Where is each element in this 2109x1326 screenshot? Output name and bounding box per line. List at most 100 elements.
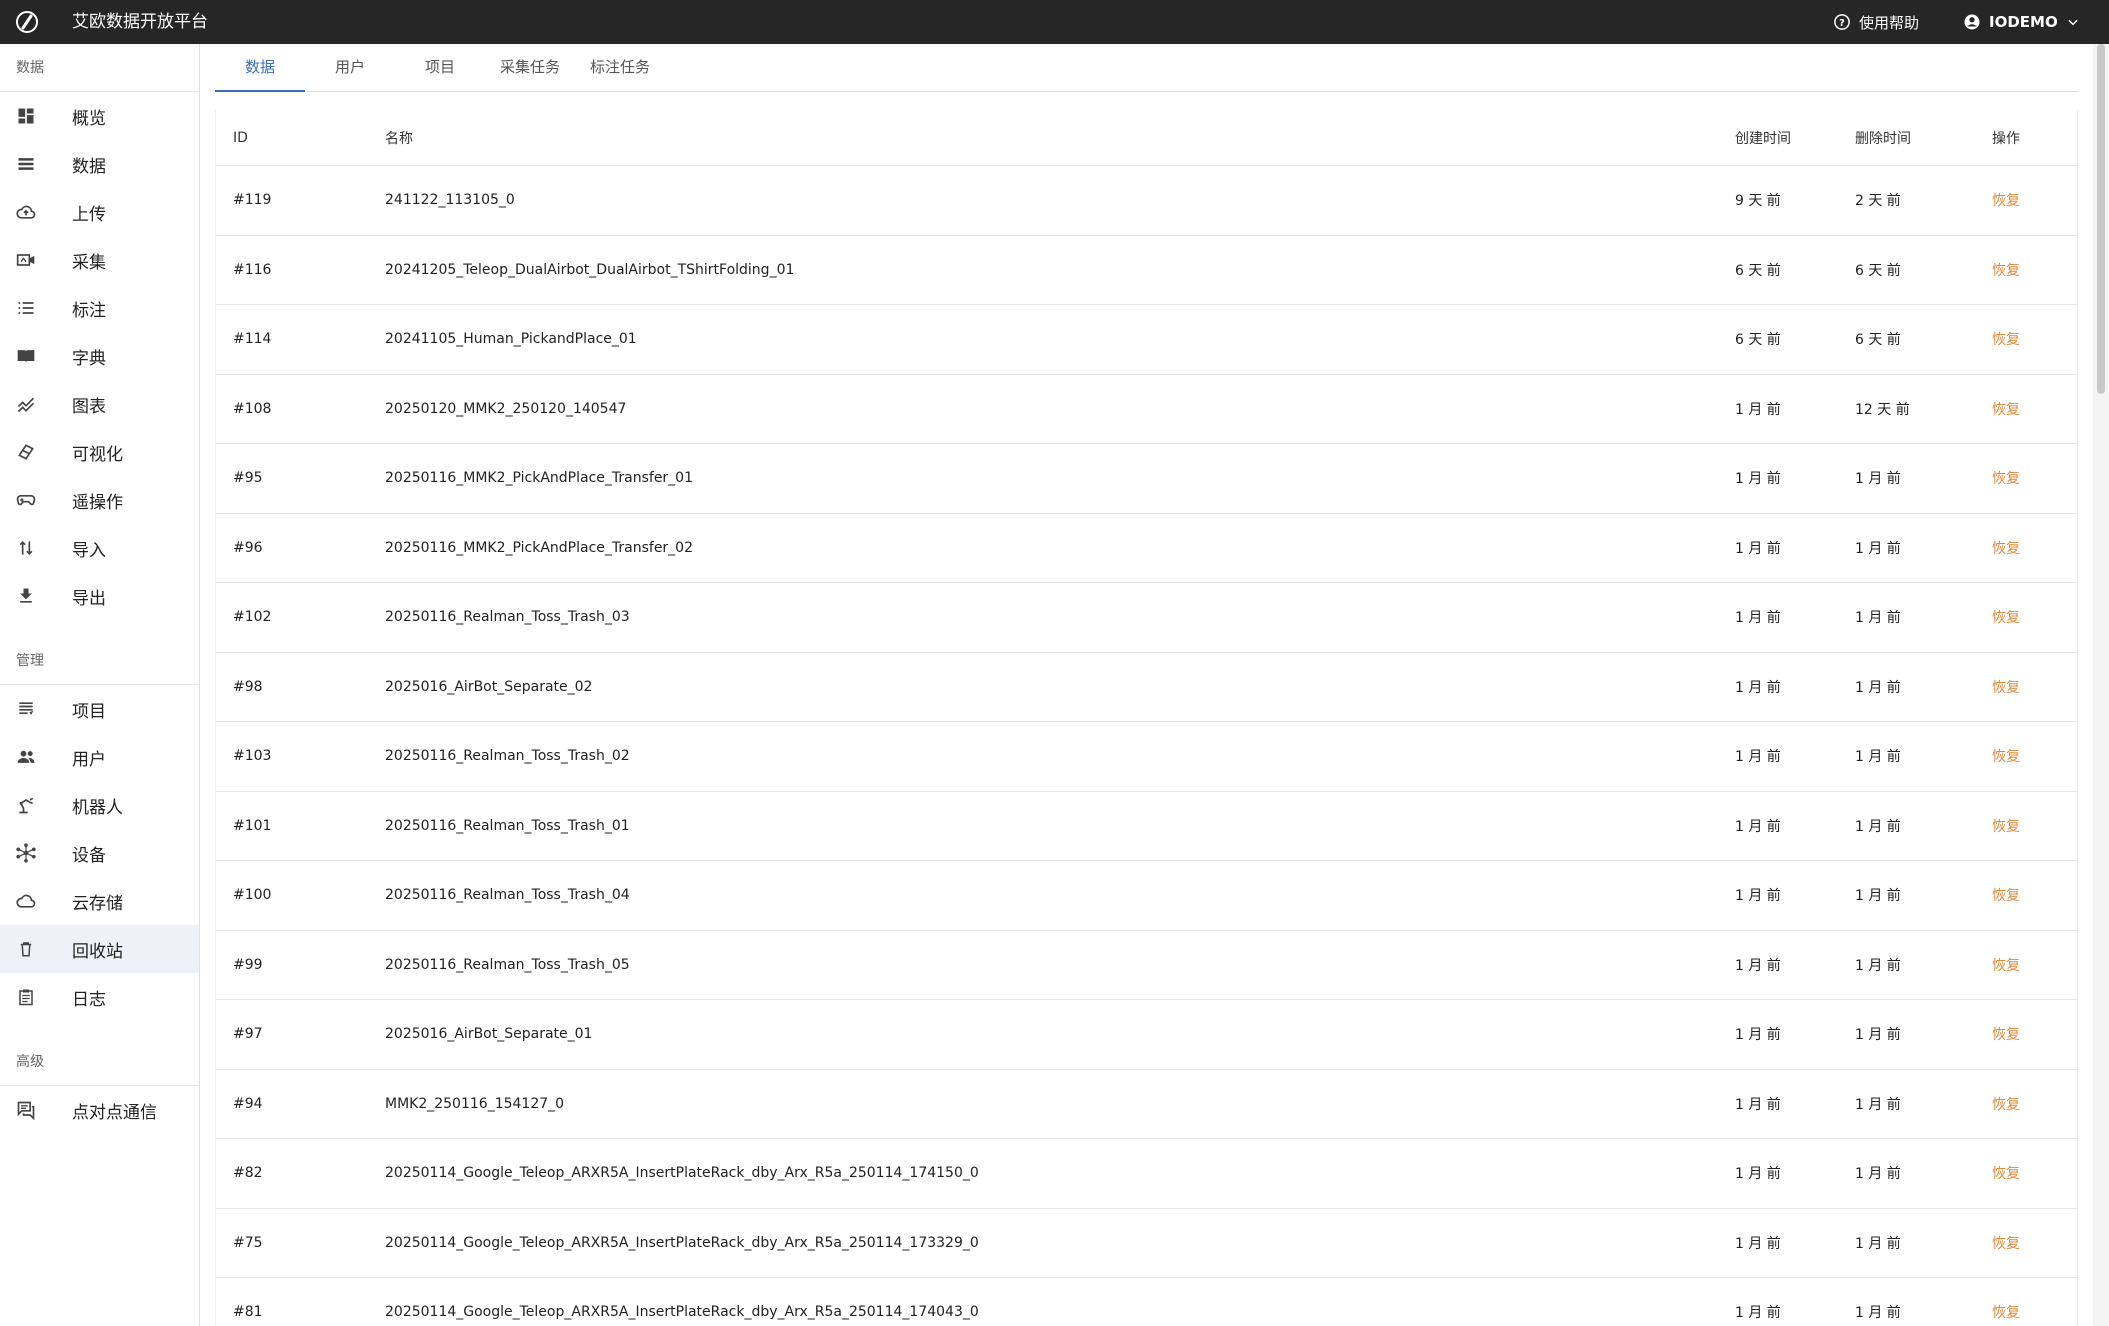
sidebar-item-dictionary[interactable]: 字典	[0, 332, 199, 380]
section-header-manage: 管理	[0, 637, 199, 685]
sidebar-item-capture[interactable]: 采集	[0, 236, 199, 284]
sidebar-item-label: 项目	[72, 701, 106, 722]
scrollbar-thumb[interactable]	[2097, 44, 2105, 394]
header-actions: 操作	[1992, 130, 2020, 147]
row-name: 20250116_Realman_Toss_Trash_03	[385, 609, 630, 626]
row-deleted-time: 1 月 前	[1855, 1096, 1901, 1113]
row-id: #97	[233, 1026, 263, 1043]
tab-capture-tasks[interactable]: 采集任务	[485, 44, 575, 92]
restore-button[interactable]: 恢复	[1992, 792, 2020, 861]
sidebar-item-recycle-bin[interactable]: 回收站	[0, 925, 199, 973]
table-header: ID 名称 创建时间 删除时间 操作	[216, 110, 2077, 166]
restore-button[interactable]: 恢复	[1992, 305, 2020, 374]
row-id: #95	[233, 470, 263, 487]
sidebar-item-label: 机器人	[72, 797, 123, 818]
row-deleted-time: 1 月 前	[1855, 1027, 1901, 1044]
row-created-time: 1 月 前	[1735, 1166, 1781, 1183]
sidebar-item-p2p[interactable]: 点对点通信	[0, 1086, 199, 1134]
table-row: #94 MMK2_250116_154127_0 1 月 前 1 月 前 恢复	[216, 1070, 2077, 1139]
sidebar-item-cloud-storage[interactable]: 云存储	[0, 877, 199, 925]
row-name: 20250114_Google_Teleop_ARXR5A_InsertPlat…	[385, 1165, 979, 1182]
restore-button[interactable]: 恢复	[1992, 722, 2020, 791]
restore-button[interactable]: 恢复	[1992, 1000, 2020, 1069]
restore-button[interactable]: 恢复	[1992, 444, 2020, 513]
sidebar-item-charts[interactable]: 图表	[0, 380, 199, 428]
row-deleted-time: 1 月 前	[1855, 957, 1901, 974]
sidebar-item-overview[interactable]: 概览	[0, 92, 199, 140]
sidebar-item-teleop[interactable]: 遥操作	[0, 476, 199, 524]
sidebar-item-label: 字典	[72, 348, 106, 369]
table-row: #81 20250114_Google_Teleop_ARXR5A_InsertP…	[216, 1278, 2077, 1326]
sidebar-item-users[interactable]: 用户	[0, 733, 199, 781]
device-hub-icon	[15, 842, 37, 864]
sidebar-item-upload[interactable]: 上传	[0, 188, 199, 236]
header-name: 名称	[385, 130, 413, 147]
restore-button[interactable]: 恢复	[1992, 236, 2020, 305]
chevron-down-icon	[2068, 19, 2078, 26]
sidebar-item-label: 点对点通信	[72, 1102, 157, 1123]
sidebar-item-label: 设备	[72, 845, 106, 866]
row-id: #94	[233, 1095, 263, 1112]
row-id: #98	[233, 678, 263, 695]
import-arrows-icon	[15, 537, 37, 559]
row-created-time: 1 月 前	[1735, 749, 1781, 766]
row-name: 20250114_Google_Teleop_ARXR5A_InsertPlat…	[385, 1234, 979, 1251]
sidebar-item-visualize[interactable]: 可视化	[0, 428, 199, 476]
sidebar-item-robots[interactable]: 机器人	[0, 781, 199, 829]
restore-button[interactable]: 恢复	[1992, 1278, 2020, 1326]
row-id: #75	[233, 1234, 263, 1251]
help-button[interactable]: ? 使用帮助	[1833, 0, 1919, 44]
sidebar-item-import[interactable]: 导入	[0, 524, 199, 572]
list-icon	[15, 153, 37, 175]
row-id: #119	[233, 192, 272, 209]
tab-projects[interactable]: 项目	[395, 44, 485, 92]
tab-data[interactable]: 数据	[215, 44, 305, 92]
logo-slash-icon[interactable]	[15, 10, 39, 34]
sidebar-item-devices[interactable]: 设备	[0, 829, 199, 877]
row-id: #96	[233, 539, 263, 556]
row-name: 20241105_Human_PickandPlace_01	[385, 331, 637, 348]
row-deleted-time: 1 月 前	[1855, 1235, 1901, 1252]
chat-icon	[15, 1099, 37, 1121]
user-menu[interactable]: IODEMO	[1963, 0, 2080, 44]
restore-button[interactable]: 恢复	[1992, 1070, 2020, 1139]
row-id: #102	[233, 609, 272, 626]
tab-users[interactable]: 用户	[305, 44, 395, 92]
table-row: #98 2025016_AirBot_Separate_02 1 月 前 1 月 前 恢…	[216, 653, 2077, 722]
row-name: 20241205_Teleop_DualAirbot_DualAirbot_TS…	[385, 261, 795, 278]
restore-button[interactable]: 恢复	[1992, 1139, 2020, 1208]
table-row: #102 20250116_Realman_Toss_Trash_03 1 月 前 1…	[216, 583, 2077, 653]
robot-arm-icon	[15, 794, 37, 816]
row-created-time: 1 月 前	[1735, 401, 1781, 418]
restore-button[interactable]: 恢复	[1992, 861, 2020, 930]
restore-button[interactable]: 恢复	[1992, 931, 2020, 1000]
row-created-time: 1 月 前	[1735, 610, 1781, 627]
table-row: #82 20250114_Google_Teleop_ARXR5A_InsertP…	[216, 1139, 2077, 1209]
sidebar-item-label: 云存储	[72, 893, 123, 914]
restore-button[interactable]: 恢复	[1992, 514, 2020, 583]
restore-button[interactable]: 恢复	[1992, 166, 2020, 235]
header-id: ID	[233, 129, 248, 146]
restore-button[interactable]: 恢复	[1992, 583, 2020, 652]
top-bar: 艾欧数据开放平台 ? 使用帮助 IODEMO	[0, 0, 2109, 44]
tab-annotation-tasks[interactable]: 标注任务	[575, 44, 665, 92]
sidebar-item-annotate[interactable]: 标注	[0, 284, 199, 332]
row-created-time: 1 月 前	[1735, 1305, 1781, 1322]
sidebar-item-export[interactable]: 导出	[0, 572, 199, 620]
row-id: #82	[233, 1165, 263, 1182]
log-clipboard-icon	[15, 986, 37, 1008]
sidebar-item-label: 可视化	[72, 444, 123, 465]
row-name: 20250116_Realman_Toss_Trash_05	[385, 956, 630, 973]
sidebar-item-logs[interactable]: 日志	[0, 973, 199, 1021]
row-deleted-time: 1 月 前	[1855, 1305, 1901, 1322]
row-created-time: 1 月 前	[1735, 1235, 1781, 1252]
scrollbar[interactable]	[2093, 44, 2109, 1326]
restore-button[interactable]: 恢复	[1992, 653, 2020, 722]
sidebar-item-label: 图表	[72, 396, 106, 417]
row-name: 2025016_AirBot_Separate_01	[385, 1026, 593, 1043]
restore-button[interactable]: 恢复	[1992, 1209, 2020, 1278]
sidebar-item-projects[interactable]: 项目	[0, 685, 199, 733]
row-created-time: 1 月 前	[1735, 1027, 1781, 1044]
restore-button[interactable]: 恢复	[1992, 375, 2020, 444]
sidebar-item-data[interactable]: 数据	[0, 140, 199, 188]
